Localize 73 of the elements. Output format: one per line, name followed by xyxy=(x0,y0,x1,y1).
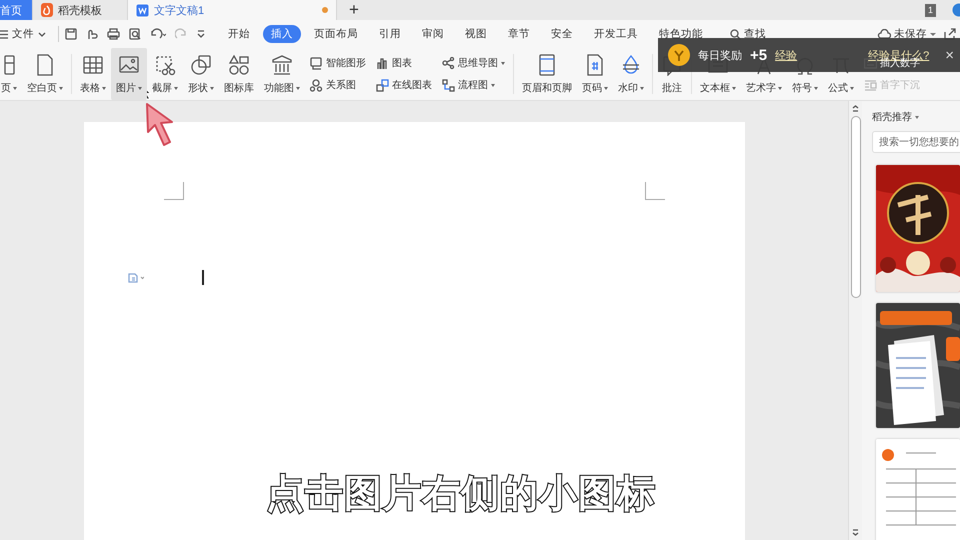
ribbon-button[interactable]: 水印 xyxy=(613,48,649,100)
cloud-icon xyxy=(877,29,891,39)
window-count-badge[interactable]: 1 xyxy=(924,4,936,16)
relation-icon xyxy=(310,78,323,92)
text-cursor xyxy=(202,270,204,285)
ribbon-tab[interactable]: 插入 xyxy=(263,25,301,43)
shapes-grid-icon xyxy=(228,54,250,76)
subtitle-caption: 点击图片右侧的小图标 xyxy=(266,472,656,517)
ribbon-tab[interactable]: 章节 xyxy=(500,25,538,43)
ribbon-button[interactable]: 批注 xyxy=(656,48,688,100)
ribbon-button[interactable]: 形状 xyxy=(183,48,219,100)
ribbon-button[interactable]: 思维导图 xyxy=(442,56,505,70)
corner-mark xyxy=(645,182,665,200)
ribbon-tab[interactable]: 页面布局 xyxy=(306,25,366,43)
ribbon-tab[interactable]: 视图 xyxy=(457,25,495,43)
customize-icon[interactable] xyxy=(196,29,206,39)
arrow-down-icon[interactable] xyxy=(852,529,859,536)
search-icon xyxy=(730,28,741,40)
panel-title[interactable]: 稻壳推荐 xyxy=(872,110,960,124)
online-chart-icon xyxy=(376,78,389,92)
watermark-icon xyxy=(620,54,642,76)
ribbon-button[interactable]: 页眉和页脚 xyxy=(517,48,577,100)
scissors-icon xyxy=(154,54,176,76)
ribbon-button[interactable]: 图表 xyxy=(376,56,432,70)
close-button[interactable]: × xyxy=(937,46,960,64)
undo-icon[interactable] xyxy=(150,28,166,40)
ribbon-button[interactable]: 图片 xyxy=(111,48,147,100)
pointer-arrow-icon xyxy=(145,102,175,148)
tab[interactable]: 首页 xyxy=(0,0,33,20)
ribbon-button[interactable]: 页 xyxy=(0,48,22,100)
ribbon-button[interactable]: 表格 xyxy=(75,48,111,100)
flame-icon xyxy=(41,3,53,17)
document-icon xyxy=(136,4,149,16)
bar-chart-icon xyxy=(376,56,389,70)
chevron-down-icon xyxy=(38,32,46,36)
search-button[interactable]: 查找 xyxy=(730,27,766,41)
save-icon[interactable] xyxy=(65,28,77,40)
arrow-up-icon[interactable] xyxy=(852,105,859,112)
ribbon-button[interactable]: 页码 xyxy=(577,48,613,100)
ribbon-tab[interactable]: 开发工具 xyxy=(586,25,646,43)
ribbon-tab[interactable]: 安全 xyxy=(543,25,581,43)
mind-map-icon xyxy=(442,56,455,70)
ribbon-button[interactable]: 功能图 xyxy=(259,48,305,100)
file-menu[interactable]: 文件 xyxy=(0,27,52,41)
preview-icon[interactable] xyxy=(129,28,141,40)
table-icon xyxy=(82,54,104,76)
ribbon-tab[interactable]: 引用 xyxy=(371,25,409,43)
ribbon-tab[interactable]: 审阅 xyxy=(414,25,452,43)
ribbon-tab[interactable]: 开始 xyxy=(220,25,258,43)
medal-icon xyxy=(668,44,690,66)
ribbon-button[interactable]: 智能图形 xyxy=(310,56,366,70)
new-tab-button[interactable]: + xyxy=(337,0,371,20)
drop-cap-icon xyxy=(864,78,877,92)
ribbon-button[interactable]: 截屏 xyxy=(147,48,183,100)
ribbon-button[interactable]: 在线图表 xyxy=(376,78,432,92)
shapes-icon xyxy=(190,54,212,76)
reward-text: 每日奖励 xyxy=(698,48,742,62)
smart-graphic-icon xyxy=(310,56,323,70)
page-icon xyxy=(4,54,14,76)
menu-icon xyxy=(0,30,8,38)
experience-link[interactable]: 经验 xyxy=(775,48,798,62)
ribbon-button[interactable]: 流程图 xyxy=(442,78,505,92)
ribbon-button[interactable]: 空白页 xyxy=(22,48,68,100)
columns-icon xyxy=(271,54,293,76)
search-field[interactable]: 搜索一切您想要的 xyxy=(872,131,960,153)
flowchart-icon xyxy=(442,78,455,92)
print-icon[interactable] xyxy=(107,28,120,40)
corner-mark xyxy=(164,182,184,200)
tab[interactable]: 文字文稿1 xyxy=(128,0,337,20)
scrollbar[interactable] xyxy=(848,101,862,540)
ribbon-button[interactable]: 图标库 xyxy=(219,48,259,100)
ribbon-button[interactable]: 关系图 xyxy=(310,78,366,92)
reward-points: +5 xyxy=(750,46,768,64)
